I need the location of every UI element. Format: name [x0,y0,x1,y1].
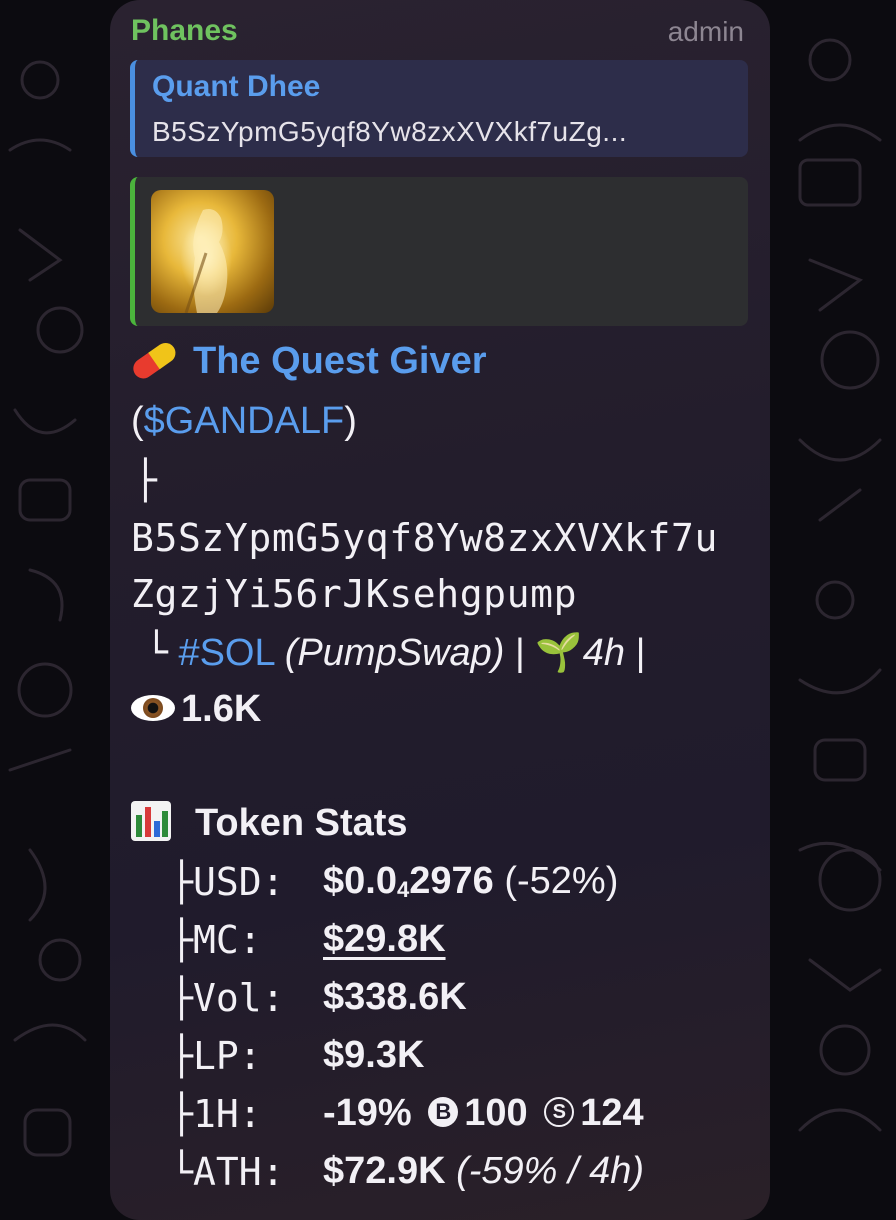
stat-value-usd: $0.042976 (-52%) [323,860,619,902]
views-count: 1.6K [181,688,262,730]
stats-title: Token Stats [195,802,408,844]
reply-text: B5SzYpmG5yqf8Yw8zxXVXkf7uZg... [152,116,628,147]
token-title-line: The Quest Giver [129,339,487,383]
token-age: 4h [582,632,626,674]
stat-row-usd: ├USD: $0.042976 (-52%) [170,860,619,904]
reply-author: Quant Dhee [152,70,321,103]
views-line: 1.6K [131,688,261,731]
stat-label: ATH: [193,1150,285,1194]
ticker-line: ($GANDALF) [131,400,357,442]
eye-icon [131,694,175,721]
message-bubble[interactable]: Phanes admin Quant Dhee B5SzYpmG5yqf8Yw8… [110,0,770,1220]
buys-icon: B [428,1096,459,1127]
token-address-line2[interactable]: ZgzjYi56rJKsehgpump [131,572,577,616]
sender-role: admin [667,16,744,47]
stat-row-vol: ├Vol: $338.6K [170,976,467,1020]
preview-thumbnail[interactable] [151,190,274,313]
bar-chart-icon [131,800,171,841]
chain-hashtag[interactable]: #SOL [178,632,274,674]
sprout-icon: 🌱 [535,632,583,674]
reply-quote[interactable]: Quant Dhee B5SzYpmG5yqf8Yw8zxXVXkf7uZg..… [130,60,748,157]
dex-name: (PumpSwap) [284,632,505,674]
token-address-line1[interactable]: B5SzYpmG5yqf8Yw8zxXVXkf7u [131,516,718,560]
stat-row-ath: └ATH: $72.9K (-59% / 4h) [170,1150,645,1194]
chain-line: └ #SOL (PumpSwap) | 🌱4h | [145,630,646,674]
token-name-link[interactable]: The Quest Giver [193,340,487,382]
link-preview[interactable] [130,177,748,326]
stat-row-lp: ├LP: $9.3K [170,1034,425,1078]
ticker-link[interactable]: $GANDALF [144,400,345,442]
sender-name[interactable]: Phanes [131,14,238,48]
stat-value-1h: -19% B 100 S 124 [323,1092,644,1134]
stats-header: Token Stats [131,800,408,845]
market-cap-link[interactable]: $29.8K [323,918,446,961]
stat-value-lp: $9.3K [323,1034,425,1076]
stat-label: 1H: [193,1092,262,1136]
stat-value-ath: $72.9K (-59% / 4h) [323,1150,645,1192]
address-branch: ├ [134,458,157,502]
sells-icon: S [544,1096,575,1127]
stat-label: USD: [193,860,285,904]
stat-label: Vol: [193,976,285,1020]
stat-row-mc: ├MC: $29.8K [170,918,446,962]
pill-icon [129,339,180,383]
stat-label: MC: [193,918,262,962]
stat-label: LP: [193,1034,262,1078]
stat-value-vol: $338.6K [323,976,467,1018]
stat-row-1h: ├1H: -19% B 100 S 124 [170,1092,644,1136]
